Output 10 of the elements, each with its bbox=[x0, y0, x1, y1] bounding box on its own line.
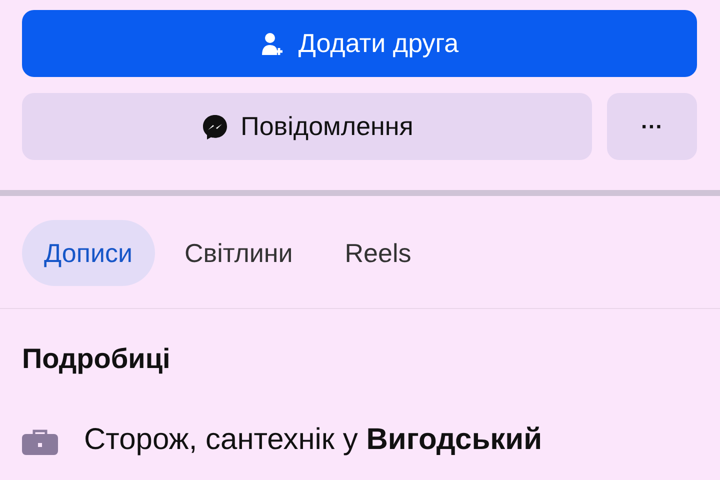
section-title: Подробиці bbox=[22, 343, 172, 375]
more-button[interactable]: ··· bbox=[607, 93, 697, 160]
tab[interactable]: Світлини bbox=[162, 220, 315, 286]
briefcase-icon bbox=[22, 429, 58, 455]
message-button[interactable]: Повідомлення bbox=[22, 93, 592, 160]
messenger-icon bbox=[200, 112, 229, 140]
detail-text: Сторож, сантехнік у Вигодський bbox=[84, 423, 542, 457]
tab[interactable]: Reels bbox=[322, 220, 434, 286]
add-friend-button[interactable]: Додати друга bbox=[22, 10, 697, 77]
tab[interactable]: Дописи bbox=[22, 220, 154, 286]
